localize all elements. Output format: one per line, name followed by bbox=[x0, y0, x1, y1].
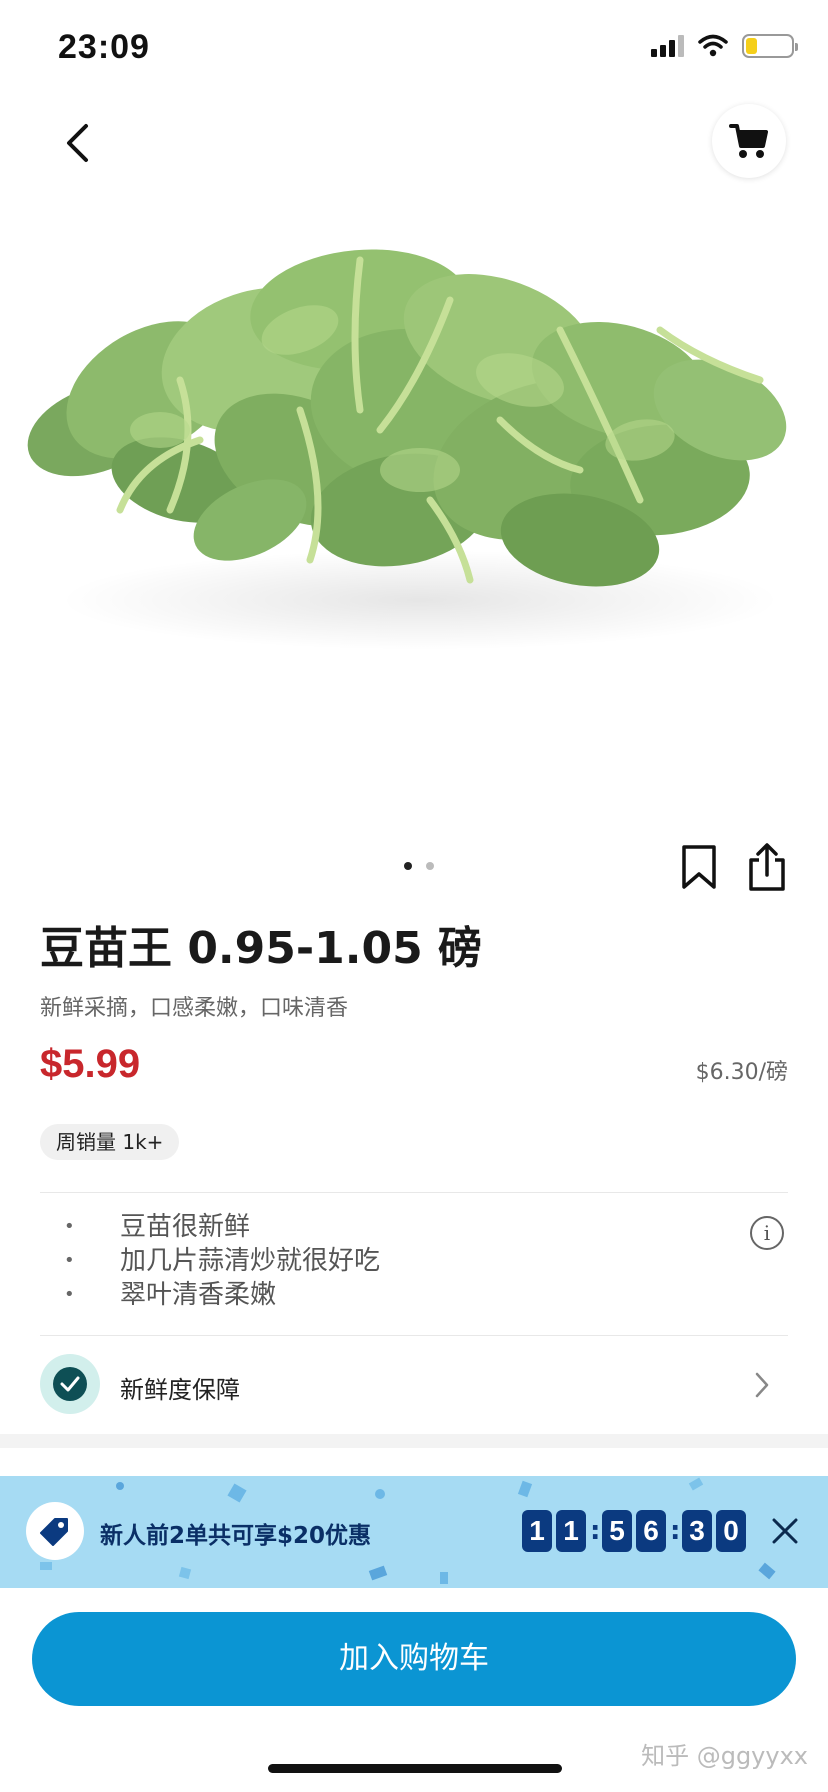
product-image[interactable] bbox=[0, 180, 828, 800]
battery-fill bbox=[746, 38, 757, 54]
section-divider bbox=[0, 1434, 828, 1448]
watermark: 知乎 @ggyyxx bbox=[641, 1742, 808, 1770]
divider bbox=[40, 1192, 788, 1193]
cart-button[interactable] bbox=[712, 104, 786, 178]
countdown-digit: 5 bbox=[602, 1510, 632, 1552]
countdown-digit: 3 bbox=[682, 1510, 712, 1552]
divider bbox=[40, 1335, 788, 1336]
promo-banner[interactable]: 新人前2单共可享$20优惠 1 1 : 5 6 : 3 0 bbox=[0, 1476, 828, 1588]
promo-text: 新人前2单共可享$20优惠 bbox=[100, 1523, 372, 1549]
image-pager bbox=[404, 862, 434, 870]
add-to-cart-button[interactable]: 加入购物车 bbox=[32, 1612, 796, 1706]
pager-dot bbox=[404, 862, 412, 870]
status-bar: 23:09 bbox=[0, 0, 828, 100]
feature-list: 豆苗很新鲜 加几片蒜清炒就很好吃 翠叶清香柔嫩 bbox=[40, 1210, 788, 1312]
product-title: 豆苗王 0.95-1.05 磅 bbox=[40, 923, 483, 974]
pager-dot bbox=[426, 862, 434, 870]
chevron-left-icon bbox=[67, 124, 88, 162]
freshness-label: 新鲜度保障 bbox=[120, 1376, 240, 1404]
home-indicator[interactable] bbox=[268, 1764, 562, 1773]
bookmark-icon[interactable] bbox=[676, 844, 722, 890]
product-subtitle: 新鲜采摘，口感柔嫩，口味清香 bbox=[40, 996, 349, 1021]
countdown-digit: 0 bbox=[716, 1510, 746, 1552]
status-icons bbox=[651, 34, 798, 58]
countdown-digit: 1 bbox=[522, 1510, 552, 1552]
coupon-tag-icon bbox=[26, 1502, 84, 1560]
status-time: 23:09 bbox=[58, 28, 150, 66]
wifi-icon bbox=[698, 34, 728, 57]
back-button[interactable] bbox=[52, 118, 102, 168]
feature-item: 豆苗很新鲜 bbox=[40, 1210, 788, 1244]
chevron-right-icon bbox=[755, 1372, 769, 1398]
signal-icon bbox=[651, 35, 684, 57]
close-icon[interactable] bbox=[770, 1516, 800, 1546]
sales-badge: 周销量 1k+ bbox=[40, 1124, 180, 1160]
unit-price: $6.30/磅 bbox=[695, 1060, 788, 1085]
countdown-digit: 6 bbox=[636, 1510, 666, 1552]
countdown-timer: 1 1 : 5 6 : 3 0 bbox=[522, 1510, 746, 1552]
share-icon[interactable] bbox=[744, 842, 790, 892]
freshness-guarantee-row[interactable]: 新鲜度保障 bbox=[40, 1354, 788, 1416]
countdown-digit: 1 bbox=[556, 1510, 586, 1552]
countdown-separator: : bbox=[670, 1516, 681, 1546]
feature-item: 加几片蒜清炒就很好吃 bbox=[40, 1244, 788, 1278]
feature-item: 翠叶清香柔嫩 bbox=[40, 1278, 788, 1312]
countdown-separator: : bbox=[590, 1516, 601, 1546]
shopping-cart-icon bbox=[729, 124, 768, 158]
info-icon[interactable]: i bbox=[750, 1216, 784, 1250]
battery-icon bbox=[742, 34, 798, 58]
freshness-badge bbox=[40, 1354, 100, 1414]
check-icon bbox=[53, 1367, 87, 1401]
product-price: $5.99 bbox=[40, 1042, 141, 1086]
